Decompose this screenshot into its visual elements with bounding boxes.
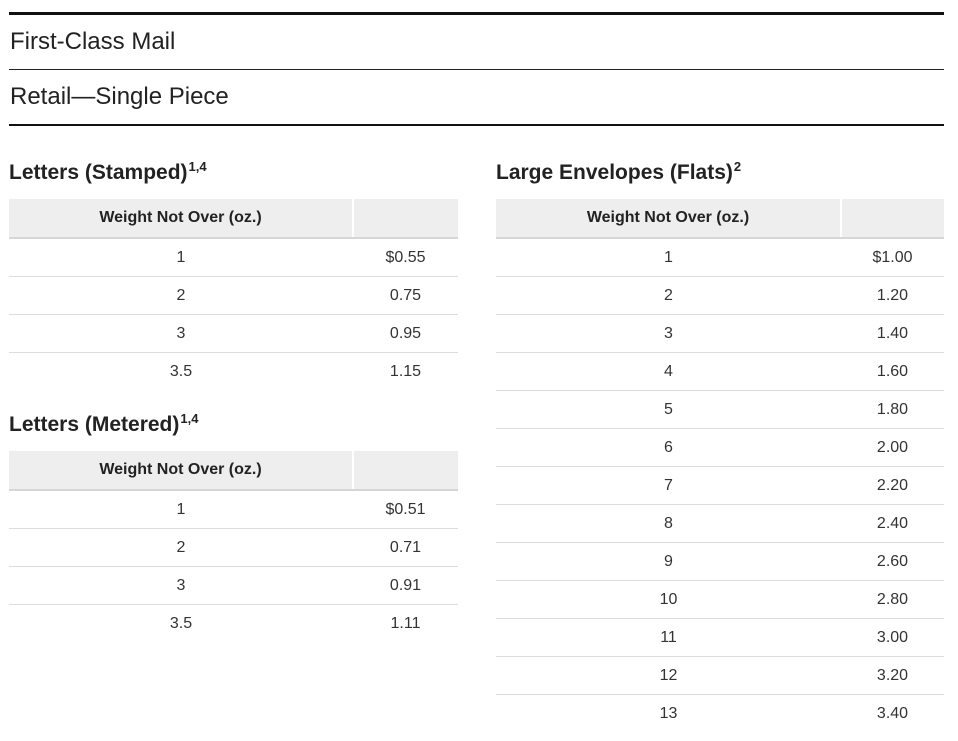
table-row: 3.5 1.15 bbox=[9, 353, 458, 391]
weight-cell: 11 bbox=[496, 618, 841, 657]
footnote-marker: 1,4 bbox=[188, 159, 207, 174]
weight-cell: 3.5 bbox=[169, 614, 193, 632]
price-cell: 2.20 bbox=[841, 466, 944, 505]
section-letters-metered: Letters (Metered)1,4 Weight Not Over (oz… bbox=[9, 412, 458, 642]
middle-rule bbox=[9, 69, 944, 70]
section-letters-stamped: Letters (Stamped)1,4 Weight Not Over (oz… bbox=[9, 160, 458, 390]
price-cell: 1.20 bbox=[841, 276, 944, 315]
price-cell: 2.80 bbox=[841, 580, 944, 619]
column-header-weight: Weight Not Over (oz.) bbox=[496, 199, 841, 239]
price-cell: 2.60 bbox=[841, 542, 944, 581]
rate-table-letters-metered: Weight Not Over (oz.) 1 $0.51 2 0.71 3 0.91 3.… bbox=[9, 451, 458, 642]
column-header-price bbox=[840, 199, 944, 239]
price-cell: 3.20 bbox=[841, 656, 944, 695]
bottom-rule bbox=[9, 124, 944, 126]
page-title: First-Class Mail bbox=[10, 28, 176, 55]
price-cell: 0.71 bbox=[353, 528, 458, 567]
weight-cell: 3 bbox=[9, 314, 353, 353]
table-row: 4 1.60 bbox=[496, 352, 944, 391]
weight-cell: 2 bbox=[9, 528, 353, 567]
weight-cell: 2 bbox=[496, 276, 841, 315]
price-cell: 1.15 bbox=[389, 362, 422, 380]
table-row: 3 0.91 bbox=[9, 566, 458, 605]
weight-cell: 7 bbox=[496, 466, 841, 505]
table-row: 11 3.00 bbox=[496, 618, 944, 657]
table-row: 1 $0.51 bbox=[9, 490, 458, 529]
price-cell: 2.40 bbox=[841, 504, 944, 543]
top-rule bbox=[9, 12, 944, 15]
section-title-letters-stamped: Letters (Stamped)1,4 bbox=[9, 159, 207, 184]
weight-cell: 6 bbox=[496, 428, 841, 467]
weight-cell: 1 bbox=[496, 238, 841, 277]
page-subtitle: Retail—Single Piece bbox=[10, 83, 229, 110]
section-title-large-envelopes: Large Envelopes (Flats)2 bbox=[496, 159, 742, 184]
rate-table-letters-stamped: Weight Not Over (oz.) 1 $0.55 2 0.75 3 0.95 3.… bbox=[9, 199, 458, 390]
weight-cell: 3.5 bbox=[169, 362, 193, 380]
price-cell: 2.00 bbox=[841, 428, 944, 467]
weight-cell: 8 bbox=[496, 504, 841, 543]
table-row: 5 1.80 bbox=[496, 390, 944, 429]
table-row: 6 2.00 bbox=[496, 428, 944, 467]
section-large-envelopes: Large Envelopes (Flats)2 Weight Not Over… bbox=[496, 160, 944, 732]
table-row: 3 1.40 bbox=[496, 314, 944, 353]
table-row: 10 2.80 bbox=[496, 580, 944, 619]
table-row: 7 2.20 bbox=[496, 466, 944, 505]
price-cell: 1.80 bbox=[841, 390, 944, 429]
weight-cell: 9 bbox=[496, 542, 841, 581]
table-row: 2 0.75 bbox=[9, 276, 458, 315]
weight-cell: 5 bbox=[496, 390, 841, 429]
weight-cell: 13 bbox=[659, 704, 678, 722]
price-cell: 0.75 bbox=[353, 276, 458, 315]
weight-cell: 10 bbox=[496, 580, 841, 619]
price-cell: $1.00 bbox=[841, 238, 944, 277]
table-row: 1 $0.55 bbox=[9, 238, 458, 277]
price-cell: 1.60 bbox=[841, 352, 944, 391]
table-row: 2 1.20 bbox=[496, 276, 944, 315]
footnote-marker: 2 bbox=[733, 159, 742, 174]
rate-table-large-envelopes: Weight Not Over (oz.) 1 $1.00 2 1.20 3 1.40 4 1… bbox=[496, 199, 944, 732]
column-header-price bbox=[352, 199, 458, 239]
table-row: 9 2.60 bbox=[496, 542, 944, 581]
weight-cell: 3 bbox=[496, 314, 841, 353]
table-row: 3 0.95 bbox=[9, 314, 458, 353]
weight-cell: 3 bbox=[9, 566, 353, 605]
section-title-letters-metered: Letters (Metered)1,4 bbox=[9, 411, 199, 436]
table-row: 3.5 1.11 bbox=[9, 605, 458, 643]
price-cell: $0.55 bbox=[353, 238, 458, 277]
weight-cell: 1 bbox=[9, 490, 353, 529]
price-cell: 3.00 bbox=[841, 618, 944, 657]
table-row: 12 3.20 bbox=[496, 656, 944, 695]
price-cell: $0.51 bbox=[353, 490, 458, 529]
table-row: 13 3.40 bbox=[496, 695, 944, 733]
table-row: 2 0.71 bbox=[9, 528, 458, 567]
price-cell: 3.40 bbox=[876, 704, 909, 722]
weight-cell: 12 bbox=[496, 656, 841, 695]
price-cell: 0.91 bbox=[353, 566, 458, 605]
footnote-marker: 1,4 bbox=[180, 411, 199, 426]
column-header-weight: Weight Not Over (oz.) bbox=[9, 199, 353, 239]
price-cell: 1.40 bbox=[841, 314, 944, 353]
weight-cell: 1 bbox=[9, 238, 353, 277]
column-header-price bbox=[352, 451, 458, 491]
table-row: 8 2.40 bbox=[496, 504, 944, 543]
weight-cell: 4 bbox=[496, 352, 841, 391]
column-header-weight: Weight Not Over (oz.) bbox=[9, 451, 353, 491]
price-cell: 1.11 bbox=[390, 614, 421, 632]
price-cell: 0.95 bbox=[353, 314, 458, 353]
weight-cell: 2 bbox=[9, 276, 353, 315]
table-row: 1 $1.00 bbox=[496, 238, 944, 277]
